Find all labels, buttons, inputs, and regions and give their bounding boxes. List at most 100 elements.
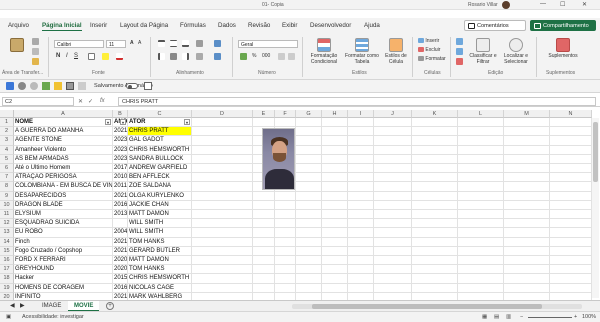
empty-cell[interactable]	[322, 118, 348, 128]
empty-cell[interactable]	[322, 210, 348, 220]
empty-cell[interactable]	[504, 219, 550, 229]
tab-revisao[interactable]: Revisão	[248, 22, 270, 29]
currency-icon[interactable]	[240, 53, 247, 60]
empty-cell[interactable]	[550, 191, 592, 201]
empty-cell[interactable]	[504, 274, 550, 284]
empty-cell[interactable]	[348, 256, 374, 266]
empty-cell[interactable]	[253, 265, 275, 275]
zoom-level[interactable]: 100%	[582, 314, 596, 320]
empty-cell[interactable]	[458, 118, 504, 128]
cell-ano[interactable]: 2023	[113, 145, 128, 155]
empty-cell[interactable]	[504, 210, 550, 220]
empty-cell[interactable]	[374, 154, 412, 164]
cell-ano[interactable]: 2013	[113, 210, 128, 220]
empty-cell[interactable]	[374, 256, 412, 266]
empty-cell[interactable]	[504, 200, 550, 210]
empty-cell[interactable]	[412, 200, 458, 210]
empty-cell[interactable]	[504, 118, 550, 128]
format-as-table-button[interactable]: Formatar como Tabela	[344, 38, 380, 65]
underline-icon[interactable]: S	[74, 53, 78, 59]
empty-cell[interactable]	[458, 136, 504, 146]
column-header[interactable]: M	[504, 110, 550, 118]
empty-cell[interactable]	[192, 118, 253, 128]
cell-ano[interactable]: 2021	[113, 127, 128, 137]
empty-cell[interactable]	[322, 246, 348, 256]
empty-cell[interactable]	[374, 283, 412, 293]
row-number[interactable]: 17	[0, 265, 14, 275]
minimize-icon[interactable]: —	[540, 1, 546, 7]
zoom-out-icon[interactable]: −	[520, 314, 523, 320]
cell-nome[interactable]: EU ROBO	[14, 228, 113, 238]
empty-cell[interactable]	[296, 237, 322, 247]
empty-cell[interactable]	[458, 256, 504, 266]
empty-cell[interactable]	[504, 237, 550, 247]
empty-cell[interactable]	[504, 256, 550, 266]
empty-cell[interactable]	[192, 228, 253, 238]
empty-cell[interactable]	[192, 246, 253, 256]
empty-cell[interactable]	[504, 154, 550, 164]
page-break-icon[interactable]: ▥	[506, 314, 511, 320]
empty-cell[interactable]	[412, 191, 458, 201]
empty-cell[interactable]	[275, 210, 296, 220]
cell-nome[interactable]: FORD X FERRARI	[14, 256, 113, 266]
empty-cell[interactable]	[504, 265, 550, 275]
empty-cell[interactable]	[550, 154, 592, 164]
cell-ator[interactable]: MARK WAHLBERG	[128, 292, 192, 300]
empty-cell[interactable]	[296, 274, 322, 284]
column-header[interactable]: K	[412, 110, 458, 118]
cell-ano[interactable]: 2023	[113, 154, 128, 164]
empty-cell[interactable]	[253, 256, 275, 266]
empty-cell[interactable]	[412, 127, 458, 137]
empty-cell[interactable]	[348, 237, 374, 247]
filter-dropdown-icon[interactable]: ▾	[120, 119, 126, 125]
cell-nome[interactable]: A GUERRA DO AMANHA	[14, 127, 113, 137]
empty-cell[interactable]	[412, 283, 458, 293]
empty-cell[interactable]	[550, 145, 592, 155]
empty-cell[interactable]	[322, 182, 348, 192]
empty-cell[interactable]	[374, 182, 412, 192]
empty-cell[interactable]	[296, 210, 322, 220]
empty-cell[interactable]	[412, 118, 458, 128]
cell-ano[interactable]: 2020	[113, 256, 128, 266]
normal-view-icon[interactable]: ▦	[482, 314, 487, 320]
empty-cell[interactable]	[322, 145, 348, 155]
cell-ano[interactable]: 2004	[113, 228, 128, 238]
cell-ano[interactable]: 2020	[113, 265, 128, 275]
cell-nome[interactable]: DRAGON BLADE	[14, 200, 113, 210]
empty-cell[interactable]	[275, 237, 296, 247]
empty-cell[interactable]	[192, 283, 253, 293]
empty-cell[interactable]	[550, 127, 592, 137]
column-header[interactable]: B	[113, 110, 128, 118]
empty-cell[interactable]	[550, 182, 592, 192]
empty-cell[interactable]	[348, 200, 374, 210]
cell-nome[interactable]: GREYHOUND	[14, 265, 113, 275]
cell-ator[interactable]: GAL GADOT	[128, 136, 192, 146]
conditional-formatting-button[interactable]: Formatação Condicional	[306, 38, 342, 65]
cell-ator[interactable]: WILL SMITH	[128, 219, 192, 229]
column-header[interactable]: C	[128, 110, 192, 118]
increase-decimal-icon[interactable]	[278, 53, 285, 60]
cell-nome[interactable]: DESAPARECIDOS	[14, 191, 113, 201]
empty-cell[interactable]	[550, 228, 592, 238]
row-number[interactable]: 4	[0, 145, 14, 155]
column-header[interactable]: N	[550, 110, 592, 118]
redo-icon[interactable]	[30, 82, 38, 90]
empty-cell[interactable]	[458, 210, 504, 220]
empty-cell[interactable]	[348, 228, 374, 238]
empty-cell[interactable]	[348, 219, 374, 229]
empty-cell[interactable]	[192, 292, 253, 300]
empty-cell[interactable]	[374, 127, 412, 137]
empty-cell[interactable]	[192, 191, 253, 201]
cell-ano[interactable]: 2015	[113, 274, 128, 284]
column-header[interactable]: G	[296, 110, 322, 118]
column-header[interactable]: I	[348, 110, 374, 118]
sheet-tab-movie[interactable]: MOVIE	[68, 301, 100, 311]
row-number[interactable]: 2	[0, 127, 14, 137]
align-right-icon[interactable]	[182, 53, 189, 60]
empty-cell[interactable]	[296, 191, 322, 201]
cell-nome[interactable]: COLOMBIANA - EM BUSCA DE VIN	[14, 182, 113, 192]
empty-cell[interactable]	[192, 154, 253, 164]
empty-cell[interactable]	[374, 210, 412, 220]
row-number[interactable]: 12	[0, 219, 14, 229]
empty-cell[interactable]	[458, 173, 504, 183]
